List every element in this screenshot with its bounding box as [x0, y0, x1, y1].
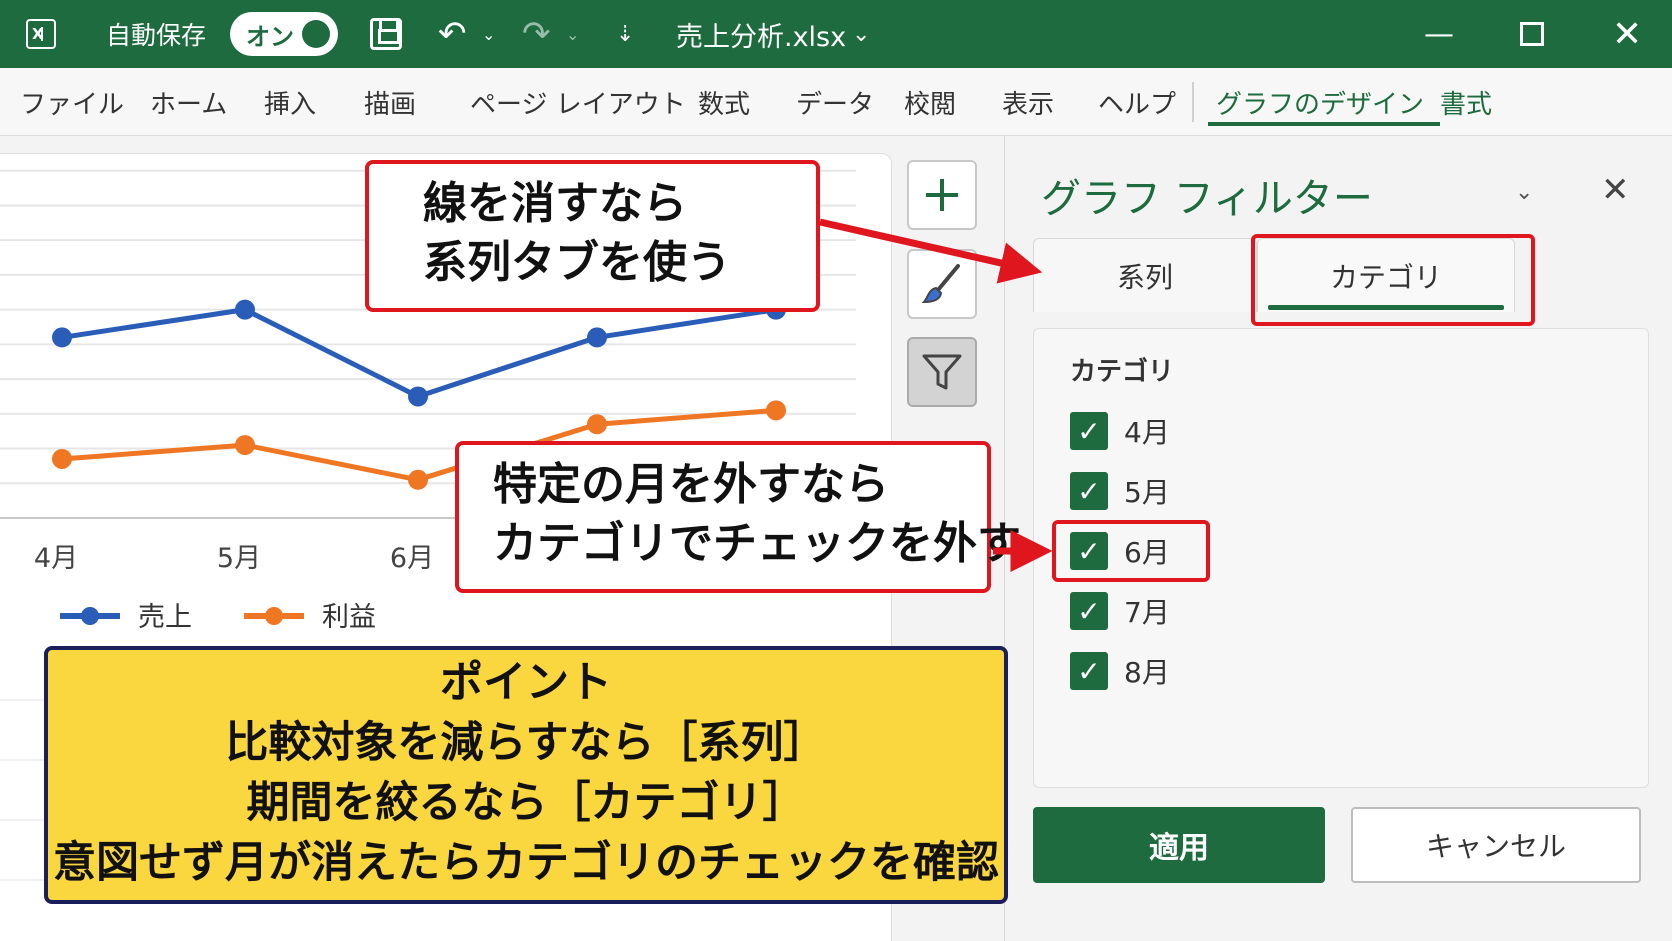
plus-icon — [926, 179, 958, 211]
list-item-label: 4月 — [1124, 416, 1170, 449]
point-line: 意図せず月が消えたらカテゴリのチェックを確認 — [53, 838, 999, 888]
autosave-toggle-label: オン — [246, 22, 294, 51]
save-icon[interactable] — [370, 0, 402, 68]
cancel-button[interactable]: キャンセル — [1351, 807, 1641, 883]
redo-dropdown-chevron-icon[interactable]: ⌄ — [566, 0, 579, 68]
legend-label: 売上 — [138, 602, 192, 633]
callout-line: 線を消すなら — [423, 178, 687, 229]
series-line-1 — [61, 307, 777, 399]
customize-quick-access-icon[interactable]: ⇣ — [616, 0, 634, 68]
tab-insert[interactable]: 挿入 — [264, 68, 316, 136]
tab-review[interactable]: 校閲 — [904, 68, 956, 136]
file-name-chevron-down-icon[interactable]: ⌄ — [852, 0, 870, 68]
list-item[interactable]: ✓ 5月 — [1070, 469, 1170, 513]
pane-options-chevron-down-icon[interactable]: ⌄ — [1515, 180, 1533, 205]
paintbrush-icon — [921, 264, 960, 304]
tab-home[interactable]: ホーム — [150, 68, 227, 136]
x-tick-label: 4月 — [34, 543, 78, 574]
data-point — [235, 435, 255, 456]
funnel-icon — [922, 354, 962, 390]
chart-elements-button[interactable] — [907, 160, 977, 230]
list-item[interactable]: ✓ 7月 — [1070, 589, 1170, 633]
point-summary-box: ポイント 比較対象を減らすなら［系列］ 期間を絞るなら［カテゴリ］ 意図せず月が… — [44, 646, 1008, 904]
checkbox-checked-icon[interactable]: ✓ — [1070, 472, 1108, 510]
category-tab-highlight — [1251, 234, 1535, 326]
data-point — [408, 469, 428, 490]
x-tick-label: 6月 — [390, 543, 434, 574]
undo-icon[interactable]: ↶ — [438, 0, 467, 68]
data-point — [587, 414, 607, 435]
point-line: 比較対象を減らすなら［系列］ — [225, 718, 827, 768]
list-item[interactable]: ✓ 8月 — [1070, 649, 1170, 693]
tab-formulas[interactable]: 数式 — [698, 68, 750, 136]
legend-label: 利益 — [322, 602, 376, 633]
x-tick-label: 5月 — [217, 543, 261, 574]
legend-swatch-marker — [81, 607, 99, 625]
chart-styles-button[interactable] — [907, 249, 977, 319]
tab-draw[interactable]: 描画 — [364, 68, 416, 136]
tab-series[interactable]: 系列 — [1033, 238, 1257, 312]
chart-filters-button[interactable] — [907, 337, 977, 407]
tab-file[interactable]: ファイル — [20, 68, 124, 136]
toggle-knob — [302, 20, 330, 48]
data-point — [235, 299, 255, 320]
data-point — [52, 327, 72, 348]
checkbox-checked-icon[interactable]: ✓ — [1070, 652, 1108, 690]
autosave-label: 自動保存 — [106, 21, 207, 50]
redo-icon[interactable]: ↷ — [522, 0, 551, 68]
list-item-label: 7月 — [1124, 596, 1170, 629]
data-point — [587, 327, 607, 348]
list-item-label: 8月 — [1124, 656, 1170, 689]
excel-logo-icon: X — [26, 0, 56, 68]
tab-format[interactable]: 書式 — [1440, 68, 1492, 136]
checkbox-checked-icon[interactable]: ✓ — [1070, 592, 1108, 630]
minimize-button[interactable]: — — [1424, 0, 1454, 68]
legend-swatch-marker — [265, 607, 283, 625]
tab-view[interactable]: 表示 — [1002, 68, 1054, 136]
data-point — [766, 400, 786, 421]
autosave-toggle[interactable]: オン — [230, 0, 338, 68]
checkbox-checked-icon[interactable]: ✓ — [1070, 412, 1108, 450]
series-tip-callout: 線を消すなら 系列タブを使う — [365, 160, 820, 312]
ribbon-separator — [1192, 82, 1194, 122]
point-line: 期間を絞るなら［カテゴリ］ — [246, 778, 806, 828]
data-point — [408, 386, 428, 407]
maximize-button[interactable] — [1520, 0, 1544, 68]
tab-chart-design[interactable]: グラフのデザイン — [1207, 68, 1441, 136]
title-bar: X 自動保存 オン ↶ ⌄ ↷ ⌄ ⇣ 売上分析.xlsx ⌄ — ✕ — [0, 0, 1672, 68]
tab-help[interactable]: ヘルプ — [1098, 68, 1176, 136]
list-heading: カテゴリ — [1070, 357, 1175, 387]
june-item-highlight — [1052, 520, 1210, 582]
file-name[interactable]: 売上分析.xlsx — [676, 0, 846, 68]
undo-dropdown-chevron-icon[interactable]: ⌄ — [482, 0, 495, 68]
tab-page-layout[interactable]: ページ レイアウト — [470, 68, 686, 136]
category-tip-callout: 特定の月を外すなら カテゴリでチェックを外す — [455, 441, 1021, 593]
data-point — [52, 448, 72, 469]
tab-data[interactable]: データ — [796, 68, 874, 136]
list-item-label: 5月 — [1124, 476, 1170, 509]
pane-title: グラフ フィルター — [1041, 176, 1373, 222]
apply-button[interactable]: 適用 — [1033, 807, 1325, 883]
callout-line: カテゴリでチェックを外す — [493, 518, 1021, 570]
close-window-button[interactable]: ✕ — [1612, 0, 1642, 68]
ribbon-tabs: ファイル ホーム 挿入 描画 ページ レイアウト 数式 データ 校閲 表示 ヘル… — [0, 68, 1672, 136]
point-heading: ポイント — [440, 658, 612, 708]
list-item[interactable]: ✓ 4月 — [1070, 409, 1170, 453]
pane-close-icon[interactable]: ✕ — [1601, 170, 1630, 210]
callout-line: 特定の月を外すなら — [493, 459, 889, 510]
callout-line: 系列タブを使う — [423, 237, 731, 289]
